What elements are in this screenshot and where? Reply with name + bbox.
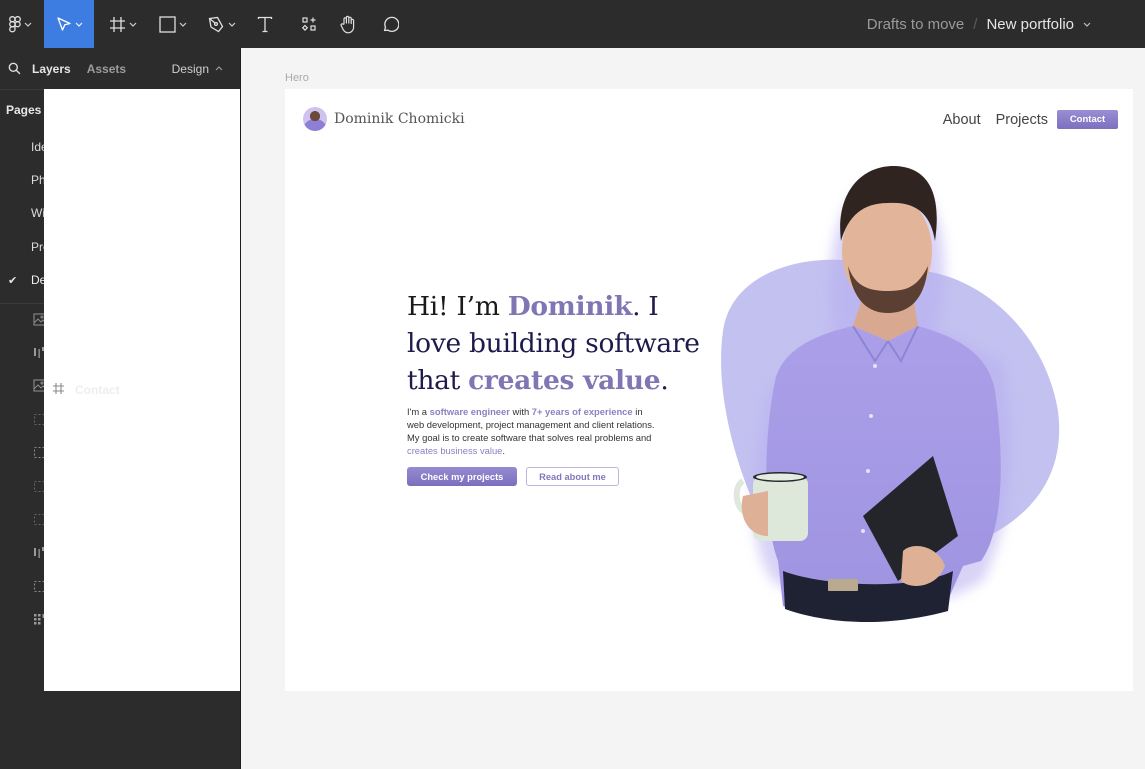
pages-title: Pages: [6, 103, 42, 117]
tab-assets[interactable]: Assets: [87, 62, 126, 76]
cursor-icon: [56, 17, 71, 31]
hero-description: I'm a software engineer with 7+ years of…: [407, 405, 657, 457]
shape-tool-button[interactable]: [154, 0, 192, 48]
comment-tool-button[interactable]: [377, 0, 403, 48]
main-menu-button[interactable]: [0, 0, 40, 48]
headline-name: Dominik: [507, 291, 633, 322]
layer-item-contact[interactable]: Contact: [44, 89, 240, 691]
frame-tool-button[interactable]: [104, 0, 142, 48]
design-page-dropdown[interactable]: Design: [172, 62, 223, 76]
layer-label: Contact: [75, 383, 120, 397]
rectangle-icon: [159, 15, 176, 33]
frame-hash-icon: [52, 382, 65, 398]
desc-text: I'm a: [407, 406, 430, 417]
checkmark-icon: ✔: [8, 274, 18, 287]
canvas[interactable]: Hero Dominik Chomicki About Projects Con…: [241, 48, 1145, 769]
text-tool-button[interactable]: [252, 0, 278, 48]
breadcrumb-project[interactable]: Drafts to move: [867, 16, 965, 33]
chevron-up-icon: [215, 65, 223, 70]
cta-row: Check my projects Read about me: [407, 467, 717, 486]
desc-highlight: 7+ years of experience: [531, 406, 633, 417]
desc-text: with: [509, 406, 532, 417]
hero-headline: Hi! I’m Dominik. I love building softwar…: [407, 288, 717, 399]
chevron-down-icon[interactable]: [1083, 20, 1091, 28]
chevron-down-icon: [179, 22, 187, 27]
chevron-down-icon: [24, 22, 31, 27]
desc-text: .: [502, 445, 505, 456]
headline-greeting: Hi! I’m: [407, 291, 508, 322]
pen-icon: [208, 16, 224, 32]
layers-list: AboutSingle ProjectHeroimage 13CTA1Dom_P…: [0, 89, 240, 691]
pen-tool-button[interactable]: [203, 0, 241, 48]
headline-end: .: [660, 365, 669, 396]
read-about-button[interactable]: Read about me: [526, 467, 619, 486]
frame-hash-icon: [110, 16, 125, 32]
chevron-down-icon: [228, 22, 236, 27]
file-breadcrumb: Drafts to move / New portfolio: [867, 0, 1091, 48]
hand-icon: [340, 15, 355, 33]
breadcrumb-separator: /: [973, 15, 978, 33]
tab-layers[interactable]: Layers: [32, 62, 71, 76]
figma-logo-icon: [8, 15, 21, 32]
search-icon[interactable]: [8, 62, 21, 75]
nav-contact-button[interactable]: Contact: [1057, 110, 1118, 129]
nav-projects-link[interactable]: Projects: [996, 112, 1048, 128]
move-tool-button[interactable]: [44, 0, 94, 48]
headline-accent: creates value: [468, 365, 661, 396]
hero-content: Hi! I’m Dominik. I love building softwar…: [407, 288, 717, 486]
components-icon: [301, 17, 316, 31]
hand-tool-button[interactable]: [335, 0, 361, 48]
avatar: [303, 107, 327, 131]
desc-highlight: software engineer: [429, 406, 510, 417]
chevron-down-icon: [129, 22, 137, 27]
chevron-down-icon: [75, 22, 82, 27]
desc-highlight: creates business value: [407, 445, 503, 456]
top-toolbar: Drafts to move / New portfolio: [0, 0, 1145, 48]
portrait-image[interactable]: [713, 141, 1063, 631]
site-navigation: About Projects Contact: [943, 110, 1118, 129]
check-projects-button[interactable]: Check my projects: [407, 467, 517, 486]
comment-icon: [383, 16, 399, 32]
site-logo[interactable]: Dominik Chomicki: [303, 107, 465, 131]
text-icon: [257, 16, 273, 32]
hero-frame[interactable]: Dominik Chomicki About Projects Contact …: [285, 89, 1133, 691]
frame-label[interactable]: Hero: [285, 72, 309, 84]
resources-tool-button[interactable]: [296, 0, 322, 48]
breadcrumb-file-name[interactable]: New portfolio: [986, 16, 1074, 33]
layers-panel: Layers Assets Design Pages + Ideas / Ins…: [0, 48, 241, 769]
nav-about-link[interactable]: About: [943, 112, 981, 128]
panel-tabs: Layers Assets Design: [0, 48, 240, 90]
design-label: Design: [171, 61, 209, 76]
logo-name: Dominik Chomicki: [334, 111, 465, 127]
